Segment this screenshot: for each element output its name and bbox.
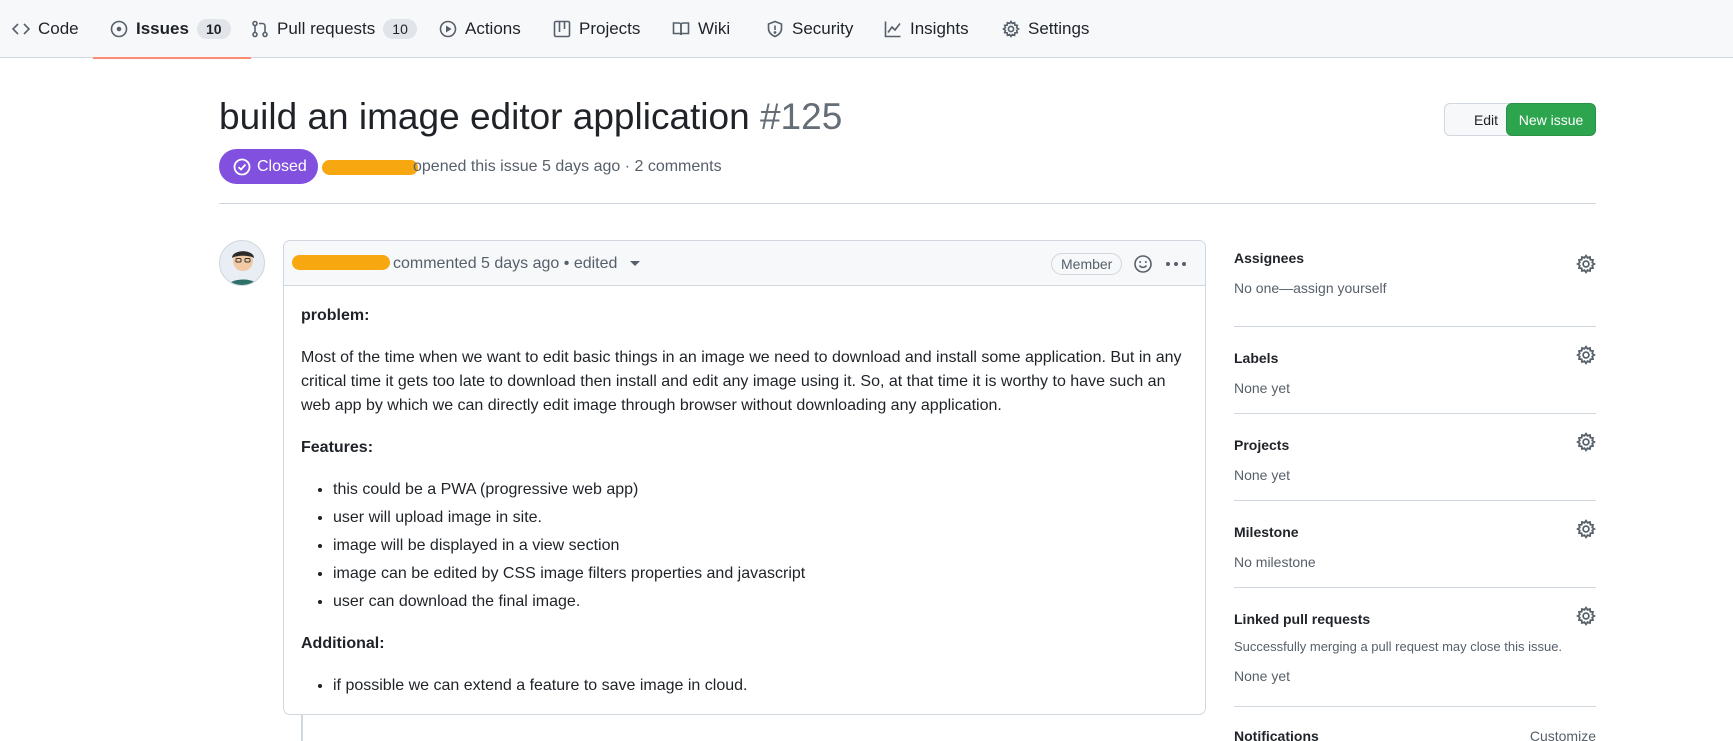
avatar[interactable] xyxy=(219,240,265,286)
tab-pull-requests[interactable]: Pull requests 10 xyxy=(251,0,417,58)
tab-settings[interactable]: Settings xyxy=(1002,0,1089,58)
tab-insights-label: Insights xyxy=(910,19,969,38)
customize-link[interactable]: Customize xyxy=(1530,728,1596,741)
tab-projects-label: Projects xyxy=(579,19,641,38)
list-item: image will be displayed in a view sectio… xyxy=(333,534,1191,558)
features-list: this could be a PWA (progressive web app… xyxy=(333,478,1191,614)
tab-code[interactable]: Code xyxy=(12,0,79,58)
additional-heading: Additional: xyxy=(301,635,385,652)
additional-list: if possible we can extend a feature to s… xyxy=(333,674,1191,698)
linked-value: None yet xyxy=(1234,668,1291,684)
linked-label: Linked pull requests xyxy=(1234,611,1371,627)
tab-actions[interactable]: Actions xyxy=(439,0,521,58)
issue-state-badge: Closed xyxy=(219,149,318,184)
issue-number: #125 xyxy=(759,96,843,137)
issue-sidebar: Assignees No one—assign yourself Labels … xyxy=(1234,250,1596,741)
tab-actions-label: Actions xyxy=(465,19,521,38)
problem-text: Most of the time when we want to edit ba… xyxy=(301,349,1182,414)
gear-icon[interactable] xyxy=(1576,345,1596,365)
labels-label: Labels xyxy=(1234,350,1279,366)
play-icon xyxy=(439,20,457,38)
tab-wiki[interactable]: Wiki xyxy=(672,0,730,58)
smiley-icon[interactable] xyxy=(1132,253,1154,275)
projects-section: Projects None yet xyxy=(1234,414,1596,501)
tab-settings-label: Settings xyxy=(1028,19,1090,38)
check-circle-icon xyxy=(233,158,251,175)
gear-icon[interactable] xyxy=(1576,432,1596,452)
tab-security[interactable]: Security xyxy=(766,0,853,58)
problem-heading: problem: xyxy=(301,307,370,324)
pull-request-icon xyxy=(252,20,268,38)
gear-icon[interactable] xyxy=(1576,254,1596,274)
list-item: if possible we can extend a feature to s… xyxy=(333,674,1191,698)
active-tab-underline xyxy=(93,57,251,59)
role-badge: Member xyxy=(1051,253,1123,275)
chevron-down-icon[interactable] xyxy=(629,261,640,267)
repo-nav: Code Issues 10 Pull requests 10 Actions … xyxy=(0,0,1733,59)
comment-meta[interactable]: commented 5 days ago • edited xyxy=(393,255,640,273)
author-redaction xyxy=(322,160,418,175)
table-icon xyxy=(553,20,571,38)
code-icon xyxy=(12,23,30,35)
gear-icon xyxy=(1002,20,1020,38)
tab-wiki-label: Wiki xyxy=(698,19,731,38)
pulls-count: 10 xyxy=(383,19,417,39)
header-divider xyxy=(219,203,1596,204)
gear-icon[interactable] xyxy=(1576,519,1596,539)
projects-value: None yet xyxy=(1234,467,1291,483)
milestone-label: Milestone xyxy=(1234,524,1299,540)
features-heading: Features: xyxy=(301,439,374,456)
list-item: image can be edited by CSS image filters… xyxy=(333,562,1191,586)
tab-security-label: Security xyxy=(792,19,854,38)
list-item: this could be a PWA (progressive web app… xyxy=(333,478,1191,502)
assignees-value[interactable]: No one—assign yourself xyxy=(1234,280,1596,296)
projects-label: Projects xyxy=(1234,437,1290,453)
assignees-label: Assignees xyxy=(1234,250,1305,266)
shield-icon xyxy=(767,20,783,38)
issue-title: build an image editor application #125 xyxy=(219,96,842,138)
issues-count: 10 xyxy=(196,19,231,39)
tab-issues[interactable]: Issues 10 xyxy=(93,0,251,59)
graph-icon xyxy=(884,21,901,38)
tab-issues-label: Issues xyxy=(136,19,189,38)
issue-icon xyxy=(110,20,128,38)
issue-meta: opened this issue 5 days ago · 2 comment… xyxy=(413,158,722,175)
milestone-value: No milestone xyxy=(1234,554,1316,570)
timeline-line xyxy=(301,715,303,741)
kebab-icon[interactable] xyxy=(1162,253,1190,275)
comment-meta-text: commented 5 days ago • edited xyxy=(393,255,618,272)
avatar-illustration xyxy=(228,251,258,285)
gear-icon[interactable] xyxy=(1576,606,1596,626)
linked-hint: Successfully merging a pull request may … xyxy=(1234,639,1563,654)
issue-state-label: Closed xyxy=(257,157,307,175)
book-icon xyxy=(672,22,690,36)
commenter-redaction xyxy=(292,255,390,270)
new-issue-button[interactable]: New issue xyxy=(1506,103,1596,136)
list-item: user can download the final image. xyxy=(333,590,1191,614)
labels-section: Labels None yet xyxy=(1234,327,1596,414)
tab-projects[interactable]: Projects xyxy=(553,0,640,58)
tab-pull-requests-label: Pull requests xyxy=(277,19,376,38)
issue-comment: commented 5 days ago • edited Member pro… xyxy=(283,240,1206,715)
milestone-section: Milestone No milestone xyxy=(1234,501,1596,588)
issue-title-text: build an image editor application xyxy=(219,96,750,137)
tab-insights[interactable]: Insights xyxy=(884,0,969,58)
comment-header: commented 5 days ago • edited Member xyxy=(284,241,1205,286)
tab-code-label: Code xyxy=(38,19,79,38)
list-item: user will upload image in site. xyxy=(333,506,1191,530)
comment-body: problem: Most of the time when we want t… xyxy=(301,304,1191,716)
notifications-section: Notifications Customize xyxy=(1234,707,1596,741)
labels-value: None yet xyxy=(1234,380,1291,396)
assignees-section: Assignees No one—assign yourself xyxy=(1234,250,1596,327)
linked-pull-requests-section: Linked pull requests Successfully mergin… xyxy=(1234,588,1596,707)
